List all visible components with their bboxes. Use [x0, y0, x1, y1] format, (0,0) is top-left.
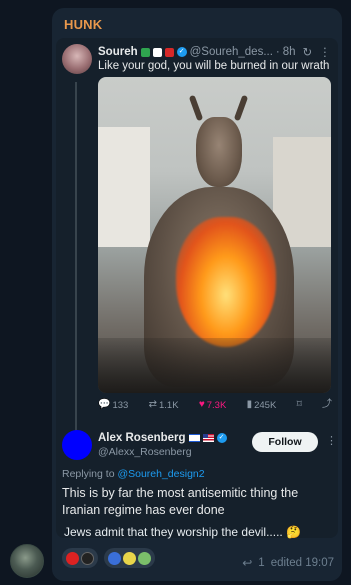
replying-to: Replying to @Soureh_design2: [62, 468, 205, 480]
repost-icon: ⇄: [148, 399, 157, 410]
post-image[interactable]: [98, 77, 331, 393]
white-flag-icon: [152, 47, 162, 57]
verified-icon: ✓: [216, 433, 227, 443]
right-horn: [233, 94, 249, 122]
views-count: 245K: [254, 399, 277, 411]
replies-icon[interactable]: ↩: [242, 556, 252, 570]
author-name[interactable]: Soureh: [98, 46, 138, 58]
author-avatar[interactable]: [62, 44, 92, 74]
follow-button[interactable]: Follow: [252, 432, 318, 452]
reaction-emoji-icon: [66, 551, 79, 565]
message-status: edited 19:07: [270, 557, 334, 569]
thread-line: [75, 82, 77, 452]
author-handle[interactable]: @Soureh_des...: [190, 46, 273, 58]
reaction-chip[interactable]: [104, 548, 155, 568]
left-horn: [188, 94, 204, 122]
reaction-emoji-icon: [138, 551, 151, 565]
reply-action[interactable]: 💬 133: [98, 400, 128, 411]
reactions-row: [62, 548, 155, 568]
crowd: [98, 338, 331, 393]
reaction-chip[interactable]: [62, 548, 98, 568]
israel-flag-icon: [188, 434, 200, 442]
reply-author-name[interactable]: Alex Rosenberg: [98, 432, 186, 444]
reply-text: This is by far the most antisemitic thin…: [62, 486, 299, 517]
building-left: [98, 127, 150, 247]
separator-dot: ·: [275, 46, 280, 58]
post-actions: 💬 133 ⇄ 1.1K ♥ 7.3K ▮ 245K ⌑ ⤴: [98, 398, 332, 412]
reply-icon: 💬: [98, 399, 111, 410]
reply-author-row: Alex Rosenberg ✓: [98, 432, 227, 444]
views-icon: ▮: [246, 399, 253, 410]
thinking-face-emoji: 🤔: [286, 525, 302, 539]
replying-prefix: Replying to: [62, 468, 115, 480]
chat-avatar[interactable]: [10, 544, 44, 578]
reply-author-avatar[interactable]: [62, 430, 92, 460]
statue-head: [196, 117, 242, 187]
verified-icon: ✓: [176, 47, 187, 57]
post-time: 8h: [282, 46, 296, 58]
message-bubble: HUNK Soureh ✓ @Soureh_des... · 8h ↻ ⋮ Li…: [52, 8, 342, 581]
like-action[interactable]: ♥ 7.3K: [199, 400, 226, 411]
repost-action[interactable]: ⇄ 1.1K: [149, 400, 179, 411]
post-header: Soureh ✓ @Soureh_des... · 8h ↻ ⋮: [98, 44, 332, 60]
share-action[interactable]: ⤴: [322, 400, 332, 410]
bookmark-icon: ⌑: [296, 399, 302, 410]
more-icon[interactable]: ⋮: [326, 434, 337, 447]
repost-count: 1.1K: [158, 399, 179, 411]
message-caption: Jews admit that they worship the devil..…: [64, 525, 301, 539]
grok-icon[interactable]: ↻: [303, 45, 313, 59]
reply-count: 133: [112, 399, 129, 411]
caption-text: Jews admit that they worship the devil..…: [64, 525, 283, 539]
link-preview-card[interactable]: Soureh ✓ @Soureh_des... · 8h ↻ ⋮ Like yo…: [56, 38, 338, 538]
replying-to-link[interactable]: @Soureh_design2: [117, 468, 204, 480]
more-icon[interactable]: ⋮: [319, 45, 331, 59]
reply-author-handle[interactable]: @Alexx_Rosenberg: [98, 446, 192, 458]
reaction-emoji-icon: [81, 551, 94, 565]
reaction-emoji-icon: [123, 551, 136, 565]
post-text: Like your god, you will be burned in our…: [98, 60, 330, 72]
heart-icon: ♥: [198, 399, 205, 410]
us-flag-icon: [202, 434, 214, 442]
bookmark-action[interactable]: ⌑: [297, 400, 302, 410]
sender-name[interactable]: HUNK: [64, 17, 102, 32]
fire: [176, 217, 276, 347]
reaction-emoji-icon: [108, 551, 121, 565]
reply-count[interactable]: 1: [258, 557, 264, 569]
green-flag-icon: [140, 47, 150, 57]
views-action[interactable]: ▮ 245K: [247, 400, 277, 411]
red-flag-icon: [164, 47, 174, 57]
message-meta: ↩ 1 edited 19:07: [242, 556, 334, 570]
share-icon: ⤴: [321, 399, 332, 410]
like-count: 7.3K: [206, 399, 227, 411]
